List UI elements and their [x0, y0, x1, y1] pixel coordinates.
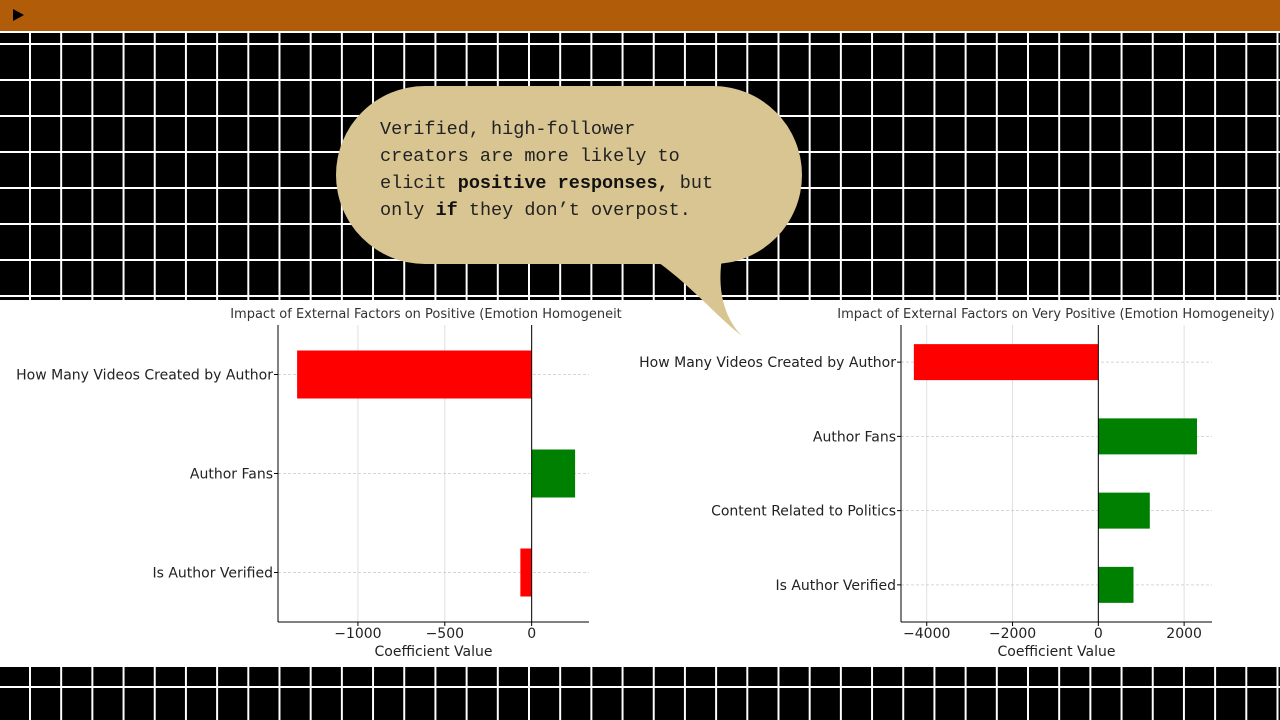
callout-line-1: Verified, high-follower: [380, 119, 636, 140]
callout-line-3-pre: elicit: [380, 173, 458, 194]
category-label: Content Related to Politics: [711, 504, 896, 520]
chart-title: Impact of External Factors on Very Posit…: [837, 307, 1274, 322]
play-icon[interactable]: [13, 9, 24, 21]
category-label: Is Author Verified: [775, 578, 896, 594]
x-tick-label: −2000: [989, 626, 1036, 642]
callout-line-3-bold: positive responses,: [457, 173, 669, 194]
bar-0: [913, 344, 1099, 381]
category-label: Is Author Verified: [152, 566, 273, 582]
top-toolbar: [0, 0, 1280, 33]
bar-2: [520, 548, 532, 597]
x-tick-label: −4000: [903, 626, 950, 642]
callout-line-2: creators are more likely to: [380, 146, 680, 167]
x-tick-label: 0: [1094, 626, 1103, 642]
chart-title: Impact of External Factors on Positive (…: [230, 307, 622, 322]
bar-3: [1098, 566, 1134, 603]
category-label: Author Fans: [813, 429, 896, 445]
bar-1: [1098, 418, 1197, 455]
category-label: How Many Videos Created by Author: [639, 355, 896, 371]
x-tick-label: 0: [527, 626, 536, 642]
bar-1: [531, 449, 576, 498]
category-label: How Many Videos Created by Author: [16, 368, 273, 384]
charts-svg: Impact of External Factors on Positive (…: [16, 307, 1275, 660]
x-tick-label: 2000: [1166, 626, 1202, 642]
x-axis-label: Coefficient Value: [375, 644, 493, 660]
bar-2: [1098, 492, 1150, 529]
callout-line-3-post: but: [668, 173, 714, 194]
bar-0: [297, 350, 532, 399]
x-axis-label: Coefficient Value: [998, 644, 1116, 660]
callout-line-4-pre: only: [380, 200, 436, 221]
callout-line-4-post: they don’t overpost.: [457, 200, 691, 221]
callout-text: Verified, high-follower creators are mor…: [380, 116, 790, 224]
x-tick-label: −500: [426, 626, 464, 642]
grid-background-bottom: [0, 667, 1280, 720]
category-label: Author Fans: [190, 467, 273, 483]
callout-line-4-bold: if: [435, 200, 458, 221]
x-tick-label: −1000: [334, 626, 381, 642]
